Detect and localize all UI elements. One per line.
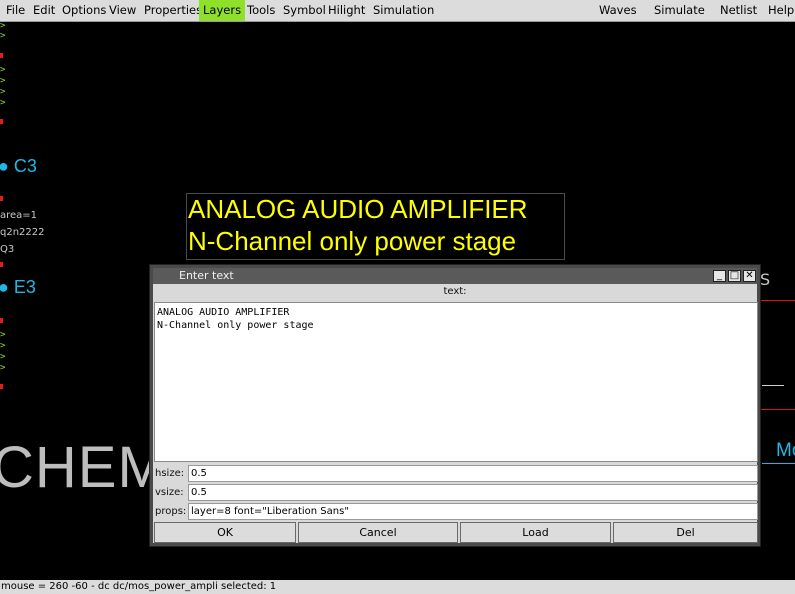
pin-marker: >	[0, 87, 6, 97]
pin-red-marker	[0, 318, 3, 323]
menu-hilight[interactable]: Hilight	[328, 0, 365, 21]
selected-text-object[interactable]: ANALOG AUDIO AMPLIFIER N-Channel only po…	[186, 193, 565, 260]
param-area: area=1	[0, 210, 38, 221]
menu-edit[interactable]: Edit	[33, 0, 55, 21]
menu-tools[interactable]: Tools	[247, 0, 275, 21]
pin-marker: >	[0, 31, 6, 41]
props-label: props:	[155, 506, 187, 517]
text-object-line2: N-Channel only power stage	[188, 226, 517, 256]
pin-marker: >	[0, 98, 6, 108]
vsize-label: vsize:	[155, 487, 184, 498]
pin-marker: >	[0, 352, 6, 362]
menu-waves[interactable]: Waves	[599, 0, 637, 21]
param-model: q2n2222	[0, 227, 45, 238]
xschem-title: CHEM	[0, 435, 167, 500]
pin-marker: >	[0, 65, 6, 75]
pin-red-marker	[0, 119, 3, 124]
pin-red-marker	[0, 196, 3, 201]
param-name: Q3	[0, 244, 15, 255]
menu-layers[interactable]: Layers	[199, 0, 246, 21]
pin-marker: >	[0, 330, 6, 340]
label-underline	[762, 463, 795, 464]
dialog-body: Enter text _ □ ✕ text: ANALOG AUDIO AMPL…	[153, 268, 758, 543]
pin-red-marker	[0, 384, 3, 389]
vsize-input[interactable]: 0.5	[188, 484, 758, 501]
vsize-row: vsize: 0.5	[153, 484, 758, 502]
menu-properties[interactable]: Properties	[144, 0, 202, 21]
menu-symbol[interactable]: Symbol	[283, 0, 326, 21]
menu-options[interactable]: Options	[62, 0, 106, 21]
props-row: props: layer=8 font="Liberation Sans"	[153, 503, 758, 521]
menu-view[interactable]: View	[109, 0, 136, 21]
close-icon[interactable]: ✕	[743, 270, 756, 282]
dialog-titlebar[interactable]: Enter text _ □ ✕	[153, 268, 757, 284]
net-label-c3: ● C3	[0, 156, 37, 176]
pin-marker: >	[0, 22, 6, 31]
dialog-title: Enter text	[179, 269, 234, 282]
menu-simulate[interactable]: Simulate	[654, 0, 705, 21]
hsize-row: hsize: 0.5	[153, 465, 758, 483]
text-input-area[interactable]: ANALOG AUDIO AMPLIFIER N-Channel only po…	[154, 302, 758, 462]
pin-red-marker	[0, 262, 3, 267]
maximize-icon[interactable]: □	[728, 270, 741, 282]
status-bar: mouse = 260 -60 - dc dc/mos_power_ampli …	[0, 580, 795, 594]
red-symbol-box	[760, 300, 795, 410]
wire-segment	[762, 385, 784, 386]
enter-text-dialog: Enter text _ □ ✕ text: ANALOG AUDIO AMPL…	[149, 264, 761, 547]
right-label-mo: Mo	[776, 440, 795, 461]
menu-simulation[interactable]: Simulation	[373, 0, 434, 21]
cancel-button[interactable]: Cancel	[298, 522, 458, 543]
text-caption: text:	[443, 286, 467, 297]
right-label-s: S	[760, 270, 771, 289]
load-button[interactable]: Load	[460, 522, 611, 543]
ok-button[interactable]: OK	[154, 522, 296, 543]
hsize-label: hsize:	[155, 468, 185, 479]
pin-marker: >	[0, 341, 6, 351]
minimize-icon[interactable]: _	[713, 270, 726, 282]
pin-red-marker	[0, 53, 3, 58]
hsize-input[interactable]: 0.5	[188, 465, 758, 482]
text-object-line1: ANALOG AUDIO AMPLIFIER	[188, 194, 528, 224]
pin-marker: >	[0, 76, 6, 86]
pin-marker: >	[0, 363, 6, 373]
menu-file[interactable]: File	[6, 0, 25, 21]
props-input[interactable]: layer=8 font="Liberation Sans"	[188, 503, 758, 520]
del-button[interactable]: Del	[613, 522, 758, 543]
menu-bar: File Edit Options View Properties Layers…	[0, 0, 795, 22]
menu-help[interactable]: Help	[768, 0, 794, 21]
net-label-e3: ● E3	[0, 277, 36, 297]
menu-netlist[interactable]: Netlist	[720, 0, 757, 21]
